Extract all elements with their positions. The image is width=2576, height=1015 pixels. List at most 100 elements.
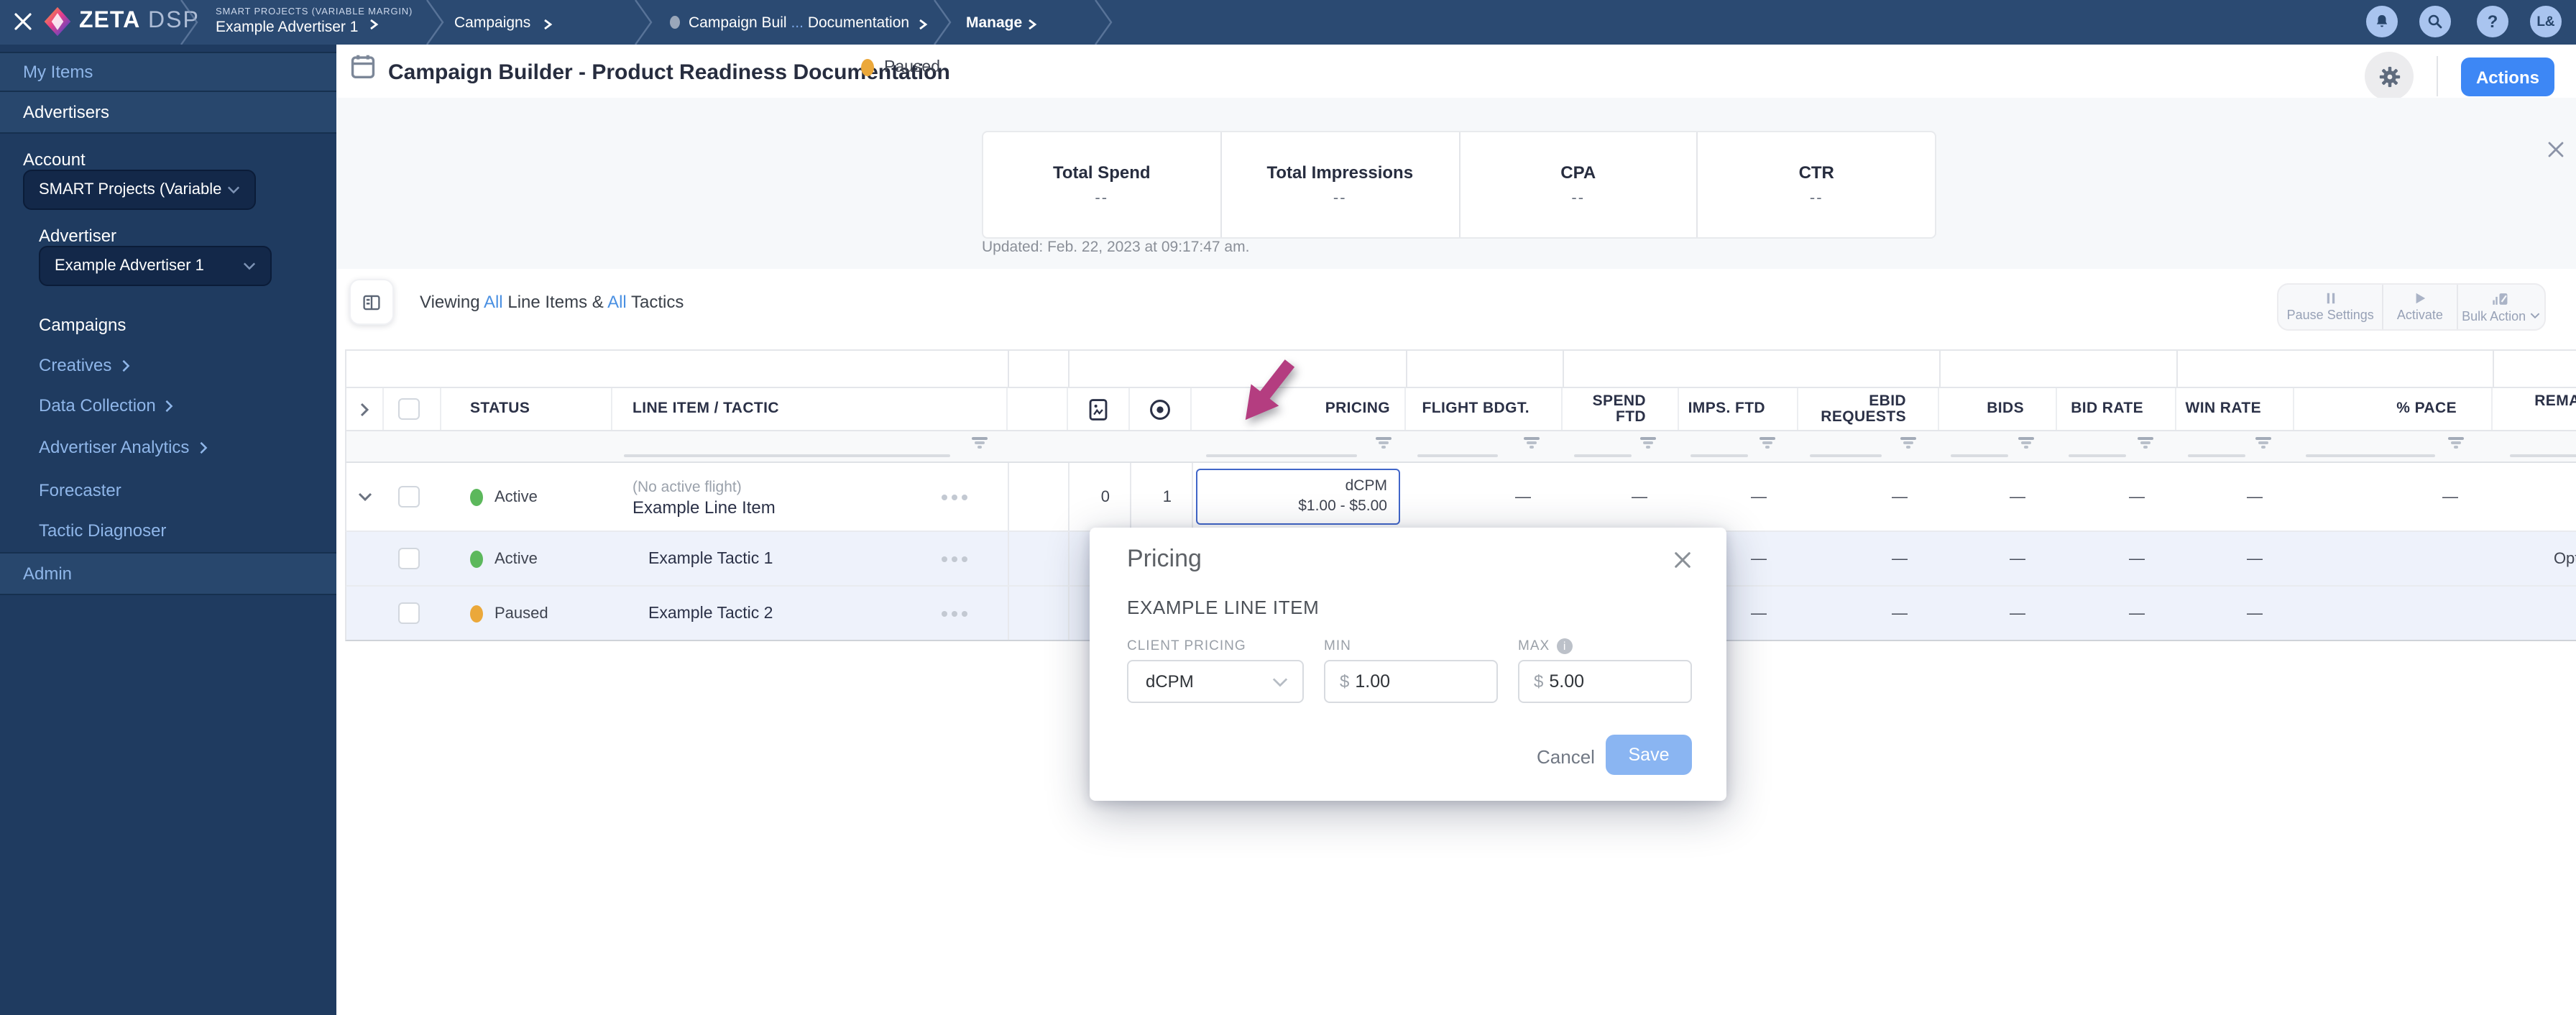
search-icon (2428, 14, 2442, 29)
bids-value: — (2010, 488, 2025, 505)
breadcrumb-separator-icon (934, 0, 952, 45)
bulk-edit-icon (2493, 293, 2508, 304)
filter-ebid-requests[interactable] (1798, 431, 1939, 461)
remaining-bdgt-value (2493, 463, 2576, 531)
column-header-ebid-requests[interactable]: EBID REQUESTS (1798, 388, 1939, 430)
filter-line-item[interactable] (612, 431, 1008, 461)
chevron-down-icon (243, 262, 256, 270)
filter-bid-rate[interactable] (2057, 431, 2176, 461)
filter-icon (1524, 437, 1540, 448)
actions-button[interactable]: Actions (2461, 58, 2554, 96)
column-header-remaining-bdgt[interactable]: REMAINING BDGT. (2493, 388, 2576, 430)
sidebar-item-data-collection[interactable]: Data Collection (39, 395, 175, 415)
breadcrumb-manage[interactable]: Manage (966, 14, 1022, 32)
sidebar-item-admin[interactable]: Admin (0, 552, 336, 595)
filter-win-rate[interactable] (2176, 431, 2294, 461)
sidebar-item-campaigns[interactable]: Campaigns (39, 315, 126, 335)
active-status-dot (470, 488, 483, 505)
row-checkbox[interactable] (384, 532, 441, 585)
notifications-button[interactable] (2366, 6, 2398, 37)
currency-prefix: $ (1534, 671, 1544, 692)
activate-button[interactable]: Activate (2382, 285, 2456, 329)
account-select[interactable]: SMART Projects (Variable M... (23, 170, 256, 210)
sidebar-item-advertiser-analytics[interactable]: Advertiser Analytics (39, 437, 208, 457)
filter-pct-pace[interactable] (2294, 431, 2493, 461)
ebid-requests-value: — (1892, 550, 1908, 567)
stats-close-icon[interactable] (2547, 141, 2564, 158)
min-price-input[interactable] (1355, 671, 1456, 692)
pause-settings-button[interactable]: Pause Settings (2278, 285, 2382, 329)
row-line-item-name[interactable]: (No active flight) Example Line Item (612, 463, 1008, 531)
breadcrumb-advertiser[interactable]: SMART PROJECTS (VARIABLE MARGIN) Example… (216, 7, 413, 36)
column-header-pricing[interactable]: PRICING (1192, 388, 1406, 430)
viewing-summary: Viewing All Line Items & All Tactics (420, 292, 684, 312)
filter-spend-ftd[interactable] (1563, 431, 1679, 461)
row-tactic-name[interactable]: Example Tactic 2 (612, 587, 1008, 640)
top-nav-bar: ZETA DSP SMART PROJECTS (VARIABLE MARGIN… (0, 0, 2576, 45)
question-icon: ? (2487, 12, 2498, 32)
filter-pricing[interactable] (1192, 431, 1406, 461)
row-tactic-name[interactable]: Example Tactic 1 (612, 532, 1008, 585)
row-checkbox[interactable] (384, 463, 441, 531)
select-all-checkbox[interactable] (384, 388, 441, 430)
search-button[interactable] (2419, 6, 2451, 37)
min-label: MIN (1324, 638, 1351, 654)
bids-value: — (2010, 550, 2025, 567)
modal-close-icon[interactable] (1673, 551, 1692, 569)
column-header-targeting[interactable] (1130, 388, 1192, 430)
sidebar-item-advertisers[interactable]: Advertisers (0, 91, 336, 134)
row-menu-button[interactable] (942, 610, 967, 616)
app-window: ZETA DSP SMART PROJECTS (VARIABLE MARGIN… (0, 0, 2576, 1015)
column-header-spend-ftd[interactable]: SPEND FTD (1563, 388, 1679, 430)
filter-imps-ftd[interactable] (1679, 431, 1798, 461)
breadcrumb-campaign[interactable]: Campaign Buil ... Documentation (689, 14, 909, 32)
close-icon[interactable] (13, 12, 33, 32)
row-menu-button[interactable] (942, 494, 967, 500)
min-price-field: $ (1324, 660, 1498, 703)
column-header-win-rate[interactable]: WIN RATE (2176, 388, 2294, 430)
row-checkbox[interactable] (384, 587, 441, 640)
stat-total-impressions: Total Impressions -- (1220, 132, 1459, 237)
filter-remaining-bdgt[interactable] (2493, 431, 2576, 461)
stats-panel: Total Spend -- Total Impressions -- CPA -- … (336, 98, 2576, 269)
column-header-bid-rate[interactable]: BID RATE (2057, 388, 2176, 430)
campaign-status-badge: Paused (861, 59, 940, 76)
row-menu-button[interactable] (942, 556, 967, 561)
all-line-items-link[interactable]: All (484, 292, 503, 312)
save-button[interactable]: Save (1606, 735, 1692, 775)
row-status: Active (441, 532, 612, 585)
zeta-logo-icon (44, 6, 71, 37)
column-header-flight-bdgt[interactable]: FLIGHT BDGT. (1406, 388, 1563, 430)
sidebar-item-tactic-diagnoser[interactable]: Tactic Diagnoser (39, 520, 166, 541)
column-header-line-item[interactable]: LINE ITEM / TACTIC (612, 388, 1008, 430)
filter-bids[interactable] (1939, 431, 2057, 461)
max-price-input[interactable] (1549, 671, 1650, 692)
all-tactics-link[interactable]: All (607, 292, 627, 312)
column-header-status[interactable]: STATUS (441, 388, 612, 430)
breadcrumb-campaigns[interactable]: Campaigns (454, 14, 530, 32)
sidebar-item-forecaster[interactable]: Forecaster (39, 480, 121, 500)
bulk-action-button[interactable]: Bulk Action (2456, 285, 2544, 329)
advertiser-select[interactable]: Example Advertiser 1 (39, 246, 272, 286)
calendar-icon (351, 55, 375, 78)
column-header-imps-ftd[interactable]: IMPS. FTD (1679, 388, 1798, 430)
pricing-edit-cell[interactable]: dCPM $1.00 - $5.00 (1196, 469, 1400, 525)
user-avatar[interactable]: L& (2530, 6, 2562, 37)
column-header-bids[interactable]: BIDS (1939, 388, 2057, 430)
checkbox-icon (398, 398, 420, 420)
row-expand-toggle[interactable] (346, 463, 384, 531)
column-header-pct-pace[interactable]: % PACE (2294, 388, 2493, 430)
column-header-creatives[interactable] (1068, 388, 1130, 430)
client-pricing-select[interactable]: dCPM (1127, 660, 1304, 703)
help-button[interactable]: ? (2477, 6, 2508, 37)
sidebar-item-creatives[interactable]: Creatives (39, 355, 130, 375)
sidebar-item-my-items[interactable]: My Items (0, 52, 336, 92)
win-rate-value: — (2247, 550, 2263, 567)
filter-icon (1376, 437, 1392, 448)
cancel-button[interactable]: Cancel (1528, 745, 1604, 769)
checkbox-icon (398, 602, 420, 624)
column-settings-button[interactable] (349, 279, 394, 325)
settings-button[interactable] (2365, 52, 2414, 101)
expand-all-toggle[interactable] (346, 388, 384, 430)
filter-flight-bdgt[interactable] (1406, 431, 1563, 461)
